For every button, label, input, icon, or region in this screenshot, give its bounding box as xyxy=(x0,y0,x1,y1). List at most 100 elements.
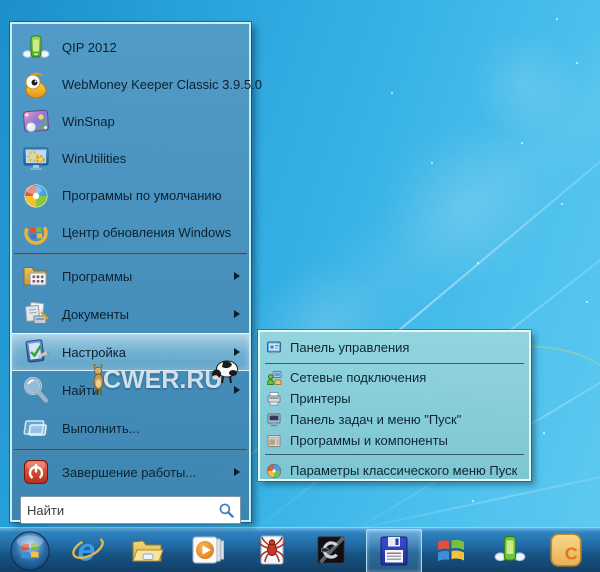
windows-flag-icon xyxy=(433,532,469,568)
control-panel-icon xyxy=(266,340,282,356)
taskbar-button-c-app[interactable]: C xyxy=(544,529,588,571)
svg-text:e: e xyxy=(77,532,95,568)
menu-item-qip[interactable]: QIP 2012 xyxy=(12,29,249,66)
start-menu: QIP 2012 WebMoney Keeper Classic 3.9.5.0 xyxy=(10,22,251,522)
printers-icon xyxy=(266,391,282,407)
wallpaper-bokeh xyxy=(380,120,550,290)
submenu-arrow-icon xyxy=(234,468,240,476)
taskbar-button-qip[interactable] xyxy=(488,529,532,571)
menu-item-shutdown[interactable]: Завершение работы... xyxy=(12,453,249,491)
submenu-item-label: Параметры классического меню Пуск xyxy=(290,463,517,478)
submenu-separator xyxy=(265,363,524,364)
menu-item-label: Документы xyxy=(62,307,129,322)
start-button[interactable] xyxy=(7,529,53,572)
stc-app-icon xyxy=(314,533,348,567)
spider-icon xyxy=(254,532,290,568)
submenu-arrow-icon xyxy=(234,272,240,280)
webmoney-icon xyxy=(21,70,51,100)
submenu-arrow-icon xyxy=(234,348,240,356)
taskbar: e xyxy=(0,527,600,572)
shutdown-icon xyxy=(21,457,51,487)
settings-submenu: Панель управления Сетевые подключения Пр… xyxy=(258,330,531,481)
menu-separator xyxy=(14,253,247,255)
taskbar-button-windows-explorer[interactable] xyxy=(125,529,169,571)
menu-item-label: Выполнить... xyxy=(62,421,140,436)
submenu-separator xyxy=(265,454,524,455)
qip-icon xyxy=(21,33,51,63)
menu-item-documents[interactable]: Документы xyxy=(12,295,249,333)
search-magnifier-icon[interactable] xyxy=(218,502,235,519)
programs-folder-icon xyxy=(21,261,51,291)
submenu-item-label: Сетевые подключения xyxy=(290,370,426,385)
menu-item-webmoney[interactable]: WebMoney Keeper Classic 3.9.5.0 xyxy=(12,66,249,103)
wallpaper-sparkle xyxy=(576,62,578,64)
submenu-arrow-icon xyxy=(234,310,240,318)
submenu-item-classic-start-menu[interactable]: Параметры классического меню Пуск xyxy=(260,458,529,483)
internet-explorer-icon: e xyxy=(69,531,107,569)
taskbar-button-spider[interactable] xyxy=(250,529,294,571)
wallpaper-sparkle xyxy=(431,162,433,164)
submenu-item-control-panel[interactable]: Панель управления xyxy=(260,335,529,360)
menu-item-label: Центр обновления Windows xyxy=(62,225,231,240)
winsnap-icon xyxy=(21,107,51,137)
menu-item-label: WebMoney Keeper Classic 3.9.5.0 xyxy=(62,77,262,92)
submenu-item-programs-features[interactable]: Программы и компоненты xyxy=(260,430,529,451)
menu-item-label: Завершение работы... xyxy=(62,465,196,480)
taskbar-button-internet-explorer[interactable]: e xyxy=(66,529,110,571)
menu-item-label: Найти xyxy=(62,383,99,398)
wallpaper-sparkle xyxy=(556,18,558,20)
submenu-item-label: Программы и компоненты xyxy=(290,433,448,448)
classic-start-menu-icon xyxy=(266,463,282,479)
menu-item-default-programs[interactable]: Программы по умолчанию xyxy=(12,177,249,214)
menu-separator xyxy=(14,449,247,451)
folder-icon xyxy=(129,532,165,568)
default-programs-icon xyxy=(21,181,51,211)
wallpaper-sparkle xyxy=(586,301,588,303)
menu-item-label: Настройка xyxy=(62,345,126,360)
programs-features-icon xyxy=(266,433,282,449)
taskbar-button-windows[interactable] xyxy=(429,529,473,571)
submenu-item-label: Панель задач и меню "Пуск" xyxy=(290,412,461,427)
windows-orb-icon xyxy=(9,530,51,572)
menu-item-programs[interactable]: Программы xyxy=(12,257,249,295)
menu-item-label: Программы по умолчанию xyxy=(62,188,221,203)
windows-update-icon xyxy=(21,218,51,248)
menu-item-find[interactable]: Найти xyxy=(12,371,249,409)
menu-item-winutilities[interactable]: WinUtilities xyxy=(12,140,249,177)
submenu-item-label: Панель управления xyxy=(290,340,409,355)
submenu-item-printers[interactable]: Принтеры xyxy=(260,388,529,409)
menu-item-settings[interactable]: Настройка xyxy=(12,333,249,371)
svg-text:C: C xyxy=(565,544,578,564)
start-menu-search-box xyxy=(20,496,241,524)
wallpaper-sparkle xyxy=(391,92,393,94)
taskbar-button-floppy-active[interactable] xyxy=(366,529,422,572)
submenu-item-taskbar-start-menu[interactable]: Панель задач и меню "Пуск" xyxy=(260,409,529,430)
run-icon xyxy=(21,413,51,443)
submenu-arrow-icon xyxy=(234,386,240,394)
desktop: QIP 2012 WebMoney Keeper Classic 3.9.5.0 xyxy=(0,0,600,572)
menu-item-label: WinUtilities xyxy=(62,151,126,166)
menu-item-windows-update[interactable]: Центр обновления Windows xyxy=(12,214,249,251)
submenu-item-network-connections[interactable]: Сетевые подключения xyxy=(260,367,529,388)
search-input[interactable] xyxy=(21,503,218,518)
menu-item-run[interactable]: Выполнить... xyxy=(12,409,249,447)
wallpaper-sparkle xyxy=(561,203,563,205)
submenu-item-label: Принтеры xyxy=(290,391,351,406)
wallpaper-sparkle xyxy=(543,432,545,434)
menu-item-label: QIP 2012 xyxy=(62,40,117,55)
settings-icon xyxy=(21,337,51,367)
menu-item-winsnap[interactable]: WinSnap xyxy=(12,103,249,140)
winutilities-icon xyxy=(21,144,51,174)
wallpaper-bokeh xyxy=(470,30,580,140)
wallpaper-sparkle xyxy=(472,500,474,502)
documents-icon xyxy=(21,299,51,329)
taskbar-button-media-player[interactable] xyxy=(186,529,230,571)
media-player-icon xyxy=(190,532,226,568)
floppy-disk-icon xyxy=(376,533,412,569)
taskbar-settings-icon xyxy=(266,412,282,428)
qip-taskbar-icon xyxy=(493,533,527,567)
wallpaper-sparkle xyxy=(521,142,523,144)
menu-item-label: Программы xyxy=(62,269,132,284)
taskbar-button-stc[interactable] xyxy=(309,529,353,571)
menu-item-label: WinSnap xyxy=(62,114,115,129)
